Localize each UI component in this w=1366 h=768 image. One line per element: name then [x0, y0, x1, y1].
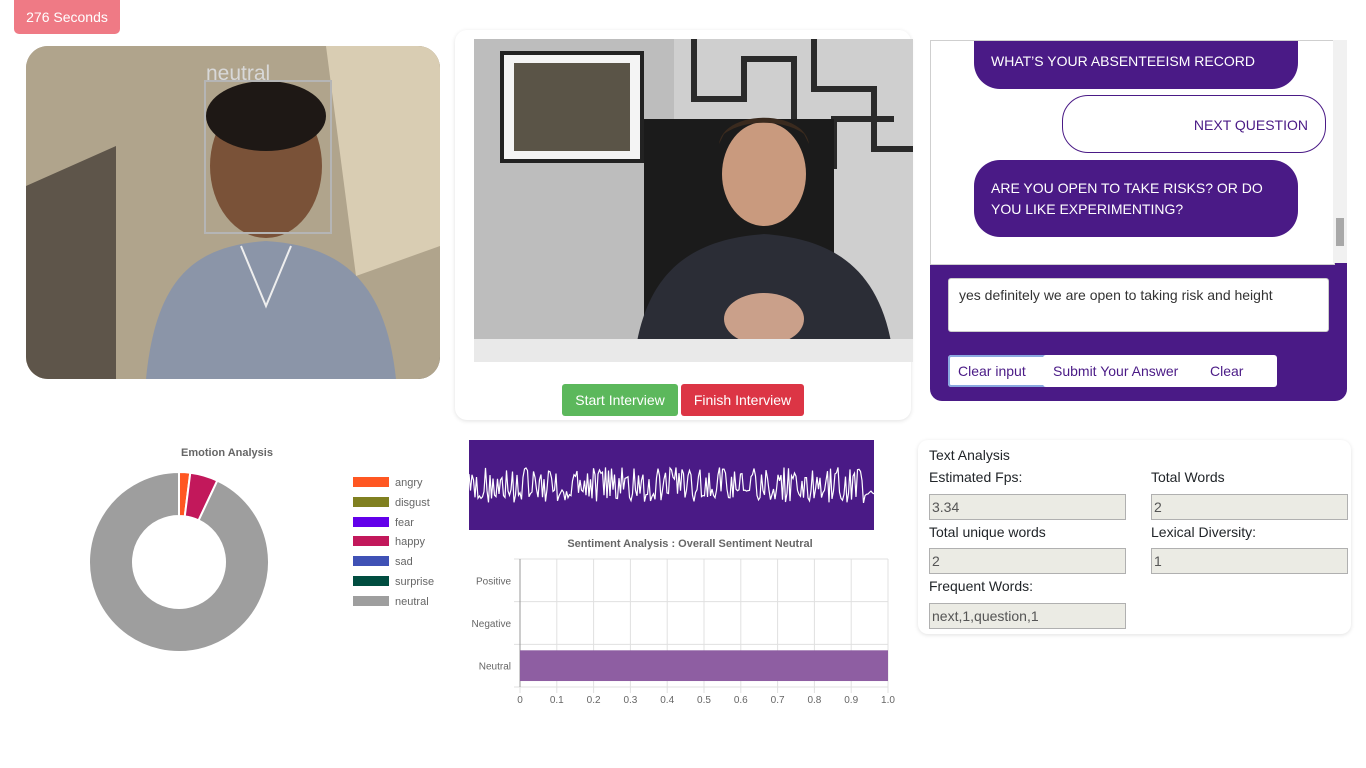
webcam-feed: neutral	[26, 46, 440, 379]
legend-swatch	[353, 516, 389, 527]
audio-waveform	[469, 440, 874, 530]
x-tick-label: 0.6	[734, 695, 748, 706]
lexical-diversity-field: 1	[1151, 548, 1348, 574]
fps-label: Estimated Fps:	[929, 469, 1023, 485]
answer-input[interactable]: yes definitely we are open to taking ris…	[948, 278, 1329, 332]
legend-swatch	[353, 595, 389, 606]
start-interview-button[interactable]: Start Interview	[562, 384, 678, 416]
legend-label: angry	[395, 477, 423, 489]
legend-label: surprise	[395, 576, 435, 588]
x-tick-label: 0.9	[844, 695, 858, 706]
chat-history[interactable]: WHAT’S YOUR ABSENTEEISM RECORD LIKE? NEX…	[930, 40, 1335, 265]
x-tick-label: 0.8	[807, 695, 821, 706]
finish-interview-button[interactable]: Finish Interview	[681, 384, 804, 416]
fps-field: 3.34	[929, 494, 1126, 520]
text-analysis-card: Text Analysis Estimated Fps: Total Words…	[918, 440, 1351, 634]
bot-message: WHAT’S YOUR ABSENTEEISM RECORD LIKE?	[974, 41, 1298, 109]
legend-swatch	[353, 556, 389, 567]
frequent-words-label: Frequent Words:	[929, 578, 1034, 594]
legend-label: sad	[395, 556, 413, 569]
clear-input-button[interactable]: Clear input	[948, 355, 1058, 387]
emotion-chart-title: Emotion Analysis	[181, 447, 273, 459]
x-tick-label: 0	[517, 695, 523, 706]
unique-words-field: 2	[929, 548, 1126, 574]
x-tick-label: 0.2	[587, 695, 601, 706]
x-tick-label: 0.4	[660, 695, 674, 706]
submit-answer-button[interactable]: Submit Your Answer	[1043, 355, 1216, 387]
x-tick-label: 0.7	[771, 695, 785, 706]
emotion-donut-chart	[88, 470, 270, 653]
interviewer-video[interactable]	[474, 39, 913, 362]
x-tick-label: 0.5	[697, 695, 711, 706]
clear-button[interactable]: Clear	[1200, 355, 1277, 387]
legend-swatch	[353, 536, 389, 547]
legend-label: disgust	[395, 496, 430, 509]
sentiment-bar-neutral[interactable]	[520, 650, 888, 682]
x-tick-label: 0.1	[550, 695, 564, 706]
total-words-label: Total Words	[1151, 469, 1225, 485]
y-tick-label: Negative	[472, 619, 512, 630]
x-tick-label: 0.3	[623, 695, 637, 706]
legend-label: happy	[395, 536, 425, 549]
text-analysis-title: Text Analysis	[929, 447, 1010, 463]
chat-panel: WHAT’S YOUR ABSENTEEISM RECORD LIKE? NEX…	[930, 40, 1347, 401]
sentiment-chart-title: Sentiment Analysis : Overall Sentiment N…	[567, 538, 812, 550]
user-message: NEXT QUESTION	[1062, 95, 1326, 153]
donut-slice-neutral[interactable]	[88, 470, 270, 653]
scrollbar-thumb[interactable]	[1336, 218, 1344, 246]
chat-scrollbar[interactable]	[1333, 40, 1347, 263]
bot-message: ARE YOU OPEN TO TAKE RISKS? OR DO YOU LI…	[974, 160, 1298, 237]
lexical-diversity-label: Lexical Diversity:	[1151, 524, 1257, 540]
legend-swatch	[353, 477, 389, 487]
legend-swatch	[353, 576, 389, 586]
x-tick-label: 1.0	[881, 695, 895, 706]
waveform-trace	[469, 466, 874, 504]
interviewer-scene	[474, 39, 913, 362]
face-detection-box	[204, 80, 332, 234]
y-tick-label: Neutral	[479, 662, 511, 673]
unique-words-label: Total unique words	[929, 524, 1046, 540]
y-tick-label: Positive	[476, 576, 511, 587]
total-words-field: 2	[1151, 494, 1348, 520]
legend-swatch	[353, 496, 389, 507]
frequent-words-field: next,1,question,1	[929, 603, 1126, 629]
legend-label: fear	[395, 516, 414, 529]
timer-badge: 276 Seconds	[14, 0, 120, 34]
legend-label: neutral	[395, 595, 429, 608]
sentiment-bar-chart: Sentiment Analysis : Overall Sentiment N…	[472, 538, 896, 706]
